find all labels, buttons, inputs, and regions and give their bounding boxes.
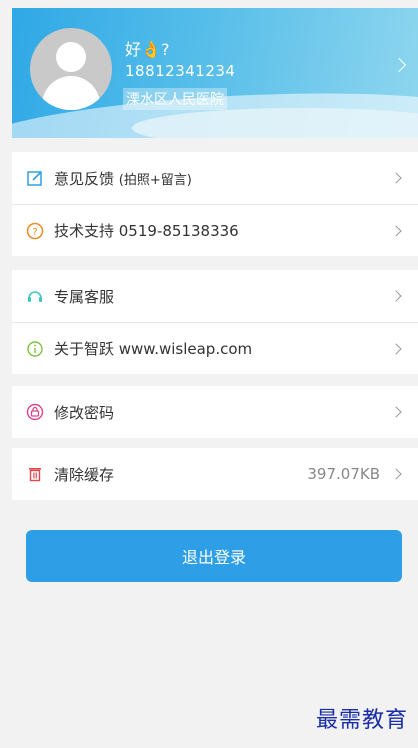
watermark: 最需教育 <box>315 708 408 733</box>
greeting-text: 好👌? <box>125 40 170 59</box>
menu-group-cache: 清除缓存 397.07KB <box>12 448 418 500</box>
clear-cache-label: 清除缓存 <box>54 465 115 484</box>
svg-text:?: ? <box>32 227 37 238</box>
chevron-right-icon <box>390 468 402 480</box>
question-icon: ? <box>26 222 44 240</box>
password-item[interactable]: 修改密码 <box>12 386 418 438</box>
support-label: 技术支持 0519-85138336 <box>54 222 239 240</box>
chevron-right-icon <box>390 343 402 355</box>
about-item[interactable]: 关于智跃 www.wisleap.com <box>12 322 418 374</box>
menu-group-security: 修改密码 <box>12 386 418 438</box>
chevron-right-icon <box>390 290 402 302</box>
chevron-right-icon <box>390 225 402 237</box>
chevron-right-icon <box>390 406 402 418</box>
trash-icon <box>26 465 44 483</box>
feedback-item[interactable]: 意见反馈 (拍照+留言) <box>12 152 418 204</box>
info-icon <box>26 340 44 358</box>
clear-cache-item[interactable]: 清除缓存 397.07KB <box>12 448 418 500</box>
service-label: 专属客服 <box>54 287 115 306</box>
menu-group-service: 专属客服 关于智跃 www.wisleap.com <box>12 270 418 374</box>
logout-button[interactable]: 退出登录 <box>26 530 402 582</box>
chevron-right-icon <box>390 172 402 184</box>
about-label: 关于智跃 www.wisleap.com <box>54 340 253 358</box>
lock-icon <box>26 403 44 421</box>
phone-number: 18812341234 <box>125 62 236 80</box>
ok-hand-icon: 👌 <box>141 40 161 59</box>
hospital-name: 溧水区人民医院 <box>123 88 227 110</box>
headset-icon <box>26 287 44 305</box>
support-item[interactable]: ? 技术支持 0519-85138336 <box>12 204 418 256</box>
cache-size: 397.07KB <box>307 465 380 483</box>
edit-icon <box>26 169 44 187</box>
menu-group-help: 意见反馈 (拍照+留言) ? 技术支持 0519-85138336 <box>12 152 418 256</box>
service-item[interactable]: 专属客服 <box>12 270 418 322</box>
avatar[interactable] <box>30 28 112 110</box>
profile-header[interactable]: 好👌? 18812341234 溧水区人民医院 <box>12 8 418 138</box>
chevron-right-icon <box>391 57 407 73</box>
password-label: 修改密码 <box>54 403 115 422</box>
feedback-label: 意见反馈 (拍照+留言) <box>54 169 192 188</box>
